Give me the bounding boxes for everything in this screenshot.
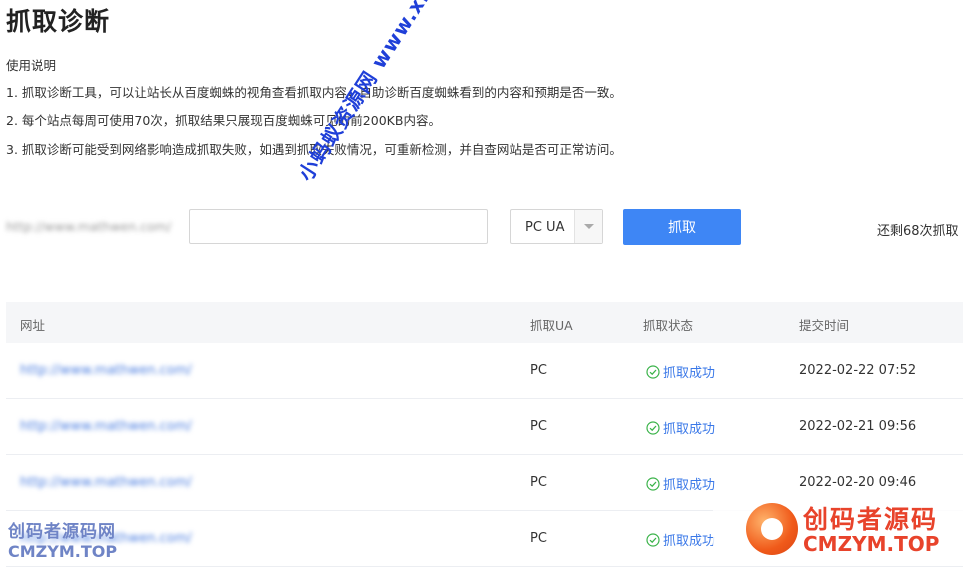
usage-line-1: 1. 抓取诊断工具，可以让站长从百度蜘蛛的视角查看抓取内容，自助诊断百度蜘蛛看到… — [6, 85, 622, 100]
right-watermark-en: CMZYM.TOP — [803, 532, 940, 556]
header-url: 网址 — [20, 318, 46, 333]
usage-line-2: 2. 每个站点每周可使用70次，抓取结果只展现百度蜘蛛可见的前200KB内容。 — [6, 113, 441, 128]
check-circle-icon — [646, 532, 660, 547]
table-row: http://www.mathwen.com/ PC 抓取成功 2022-02-… — [6, 399, 963, 455]
row-status-text: 抓取成功 — [663, 534, 716, 549]
row-status-text: 抓取成功 — [663, 478, 716, 493]
row-url-link[interactable]: http://www.mathwen.com/ — [20, 475, 192, 490]
check-circle-icon — [646, 476, 660, 491]
row-ua: PC — [530, 419, 547, 434]
left-watermark-cn: 创码者源码网 — [8, 522, 116, 542]
left-watermark-en: CMZYM.TOP — [8, 542, 118, 561]
row-ua: PC — [530, 531, 547, 546]
fetch-button[interactable]: 抓取 — [623, 209, 741, 245]
row-time: 2022-02-20 09:46 — [799, 475, 917, 490]
row-status-link[interactable]: 抓取成功 — [646, 418, 715, 437]
site-prefix-label: http://www.mathwen.com/ — [6, 219, 172, 234]
remaining-count: 还剩68次抓取 — [877, 224, 959, 239]
row-time: 2022-02-21 09:56 — [799, 419, 917, 434]
ua-dropdown-toggle[interactable] — [574, 210, 602, 243]
row-status-text: 抓取成功 — [663, 422, 716, 437]
url-path-input[interactable] — [189, 209, 488, 244]
right-watermark: 创码者源码 CMZYM.TOP — [713, 494, 963, 564]
chevron-down-icon — [584, 224, 594, 229]
row-status-link[interactable]: 抓取成功 — [646, 530, 715, 549]
row-url-link[interactable]: http://www.mathwen.com/ — [20, 363, 192, 378]
header-status: 抓取状态 — [643, 318, 694, 333]
ua-select[interactable]: PC UA — [510, 209, 603, 244]
right-watermark-cn: 创码者源码 — [803, 505, 939, 534]
page-title: 抓取诊断 — [6, 7, 111, 36]
row-url-link[interactable]: http://www.mathwen.com/ — [20, 419, 192, 434]
header-time: 提交时间 — [799, 318, 850, 333]
brand-logo-icon — [746, 503, 798, 555]
usage-title: 使用说明 — [6, 58, 57, 73]
ua-select-value: PC UA — [525, 220, 565, 235]
left-watermark: 创码者源码网 CMZYM.TOP — [8, 522, 117, 562]
check-circle-icon — [646, 364, 660, 379]
row-status-text: 抓取成功 — [663, 366, 716, 381]
row-status-link[interactable]: 抓取成功 — [646, 362, 715, 381]
row-time: 2022-02-22 07:52 — [799, 363, 917, 378]
table-header: 网址 抓取UA 抓取状态 提交时间 — [6, 302, 963, 343]
table-row: http://www.mathwen.com/ PC 抓取成功 2022-02-… — [6, 343, 963, 399]
check-circle-icon — [646, 420, 660, 435]
row-status-link[interactable]: 抓取成功 — [646, 474, 715, 493]
header-ua: 抓取UA — [530, 318, 573, 333]
row-ua: PC — [530, 363, 547, 378]
row-ua: PC — [530, 475, 547, 490]
